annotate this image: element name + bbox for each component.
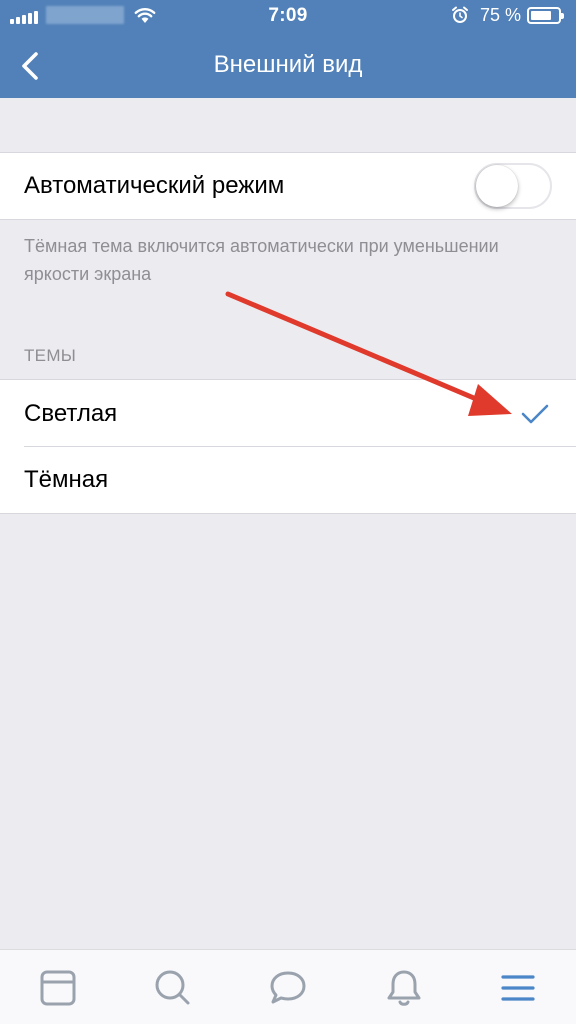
theme-option-label: Светлая (24, 399, 118, 427)
auto-mode-hint: Тёмная тема включится автоматически при … (24, 236, 499, 284)
auto-mode-label: Автоматический режим (24, 172, 285, 199)
status-bar: 7:09 75 % (0, 0, 576, 34)
newsfeed-icon[interactable] (38, 968, 78, 1008)
navigation-bar: Внешний вид (0, 34, 576, 98)
toggle-knob (476, 165, 518, 207)
page-title: Внешний вид (213, 51, 363, 78)
theme-option-dark[interactable]: Тёмная (0, 447, 576, 514)
theme-option-light[interactable]: Светлая (0, 379, 576, 447)
top-bar: 7:09 75 % Внешний вид (0, 0, 576, 98)
notifications-bell-icon[interactable] (384, 968, 424, 1008)
battery-icon (527, 7, 564, 24)
theme-option-label: Тёмная (24, 466, 109, 493)
auto-mode-row[interactable]: Автоматический режим (0, 152, 576, 220)
messages-icon[interactable] (268, 968, 308, 1008)
themes-section-header: ТЕМЫ (24, 346, 77, 365)
alarm-clock-icon (452, 6, 468, 23)
search-icon[interactable] (153, 968, 193, 1008)
auto-mode-toggle[interactable] (474, 163, 552, 209)
menu-icon[interactable] (498, 968, 538, 1008)
tab-bar (0, 949, 576, 1024)
checkmark-icon (521, 404, 549, 424)
battery-percentage: 75 % (480, 5, 522, 25)
